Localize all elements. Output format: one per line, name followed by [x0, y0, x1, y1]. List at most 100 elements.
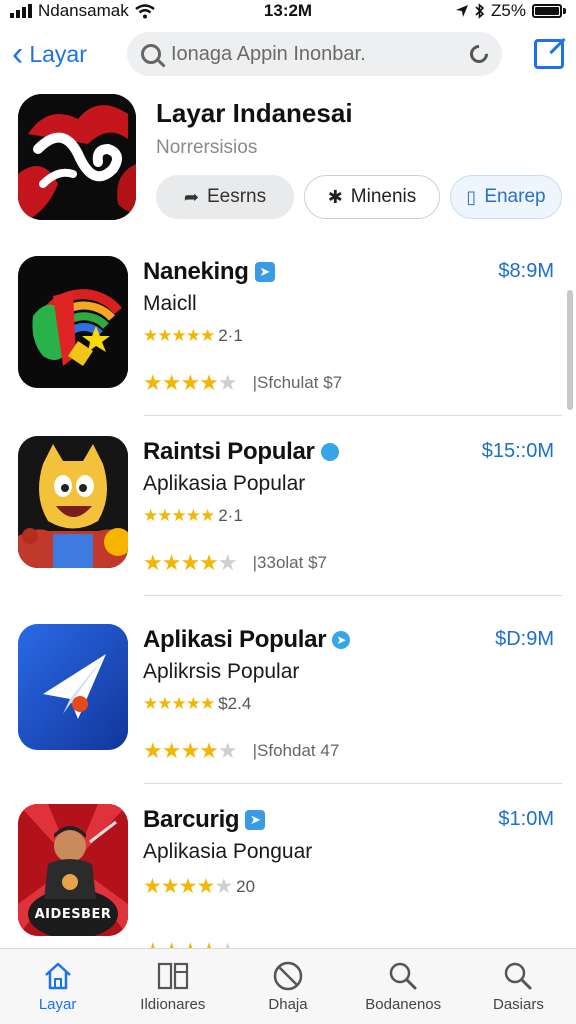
- share-button[interactable]: ➦ Eesrns: [156, 175, 294, 219]
- tab-label: Ildionares: [140, 996, 206, 1013]
- nav-bar: ‹ Layar Ionaga Appin Inonbar.: [0, 28, 576, 80]
- app-title: Barcurig ➤: [143, 806, 266, 834]
- star-rating-icon: ★★★★★: [143, 875, 233, 898]
- app-subtitle: Maicll: [143, 292, 197, 315]
- app-title-text: Raintsi Popular: [143, 438, 315, 465]
- plugins-button[interactable]: ✱ Minenis: [304, 175, 440, 219]
- paper-plane-icon[interactable]: [18, 624, 128, 750]
- trash-icon: ▯: [466, 187, 477, 207]
- tab-library[interactable]: Ildionares: [115, 949, 230, 1024]
- large-rating: ★★★★★ |Sfchulat $7: [143, 370, 342, 396]
- list-item[interactable]: Naneking ➤ Maicll $8:9M ★★★★★ 2·1 ★★★★★ …: [0, 240, 576, 416]
- battery-icon: [532, 4, 562, 18]
- small-rating: ★★★★★ 2·1: [143, 326, 243, 346]
- rating-count: |Sfohdat 47: [252, 741, 340, 760]
- carrier-label: Ndansamak: [38, 1, 129, 20]
- large-rating: ★★★★★ |Sfohdat 47: [143, 738, 339, 764]
- small-rating-text: 2·1: [218, 506, 243, 525]
- app-price[interactable]: $D:9M: [495, 628, 554, 651]
- divider: [144, 415, 562, 416]
- scrollbar[interactable]: [567, 290, 573, 410]
- list-item[interactable]: Aplikasi Popular ➤ Aplikrsis Popular $D:…: [0, 608, 576, 784]
- battery-tip: [563, 8, 566, 14]
- small-rating-text: 20: [236, 876, 256, 896]
- rating-count: |33olat $7: [252, 553, 327, 572]
- back-button[interactable]: ‹ Layar: [12, 37, 127, 71]
- rainbow-hand-icon[interactable]: [18, 256, 128, 388]
- share-label: Eesrns: [206, 186, 267, 207]
- compose-icon[interactable]: [534, 39, 564, 69]
- tab-layar[interactable]: Layar: [0, 949, 115, 1024]
- signal-icon: [10, 4, 32, 18]
- cartoon-character-icon[interactable]: [18, 436, 128, 568]
- star-rating-icon: ★★★★★: [143, 738, 238, 763]
- featured-app-info: Layar Indanesai Norrersisios ➦ Eesrns ✱ …: [156, 94, 562, 224]
- tab-label: Layar: [38, 996, 77, 1013]
- divider: [144, 783, 562, 784]
- star-rating-icon: ★★★★★: [143, 550, 238, 575]
- small-rating: ★★★★★ 20: [143, 874, 255, 899]
- small-rating: ★★★★★ 2·1: [143, 506, 243, 526]
- star-rating-icon: ★★★★★: [143, 506, 215, 525]
- search-placeholder: Ionaga Appin Inonbar.: [171, 42, 366, 65]
- app-title-text: Naneking: [143, 258, 249, 285]
- status-right: Z5%: [455, 1, 566, 21]
- featured-app: Layar Indanesai Norrersisios ➦ Eesrns ✱ …: [18, 94, 562, 224]
- verified-badge-icon: [320, 443, 339, 461]
- app-subtitle: Aplikrsis Popular: [143, 660, 300, 683]
- icon-caption: AIDESBER: [34, 907, 112, 922]
- search-icon: [502, 960, 534, 992]
- app-title: Aplikasi Popular ➤: [143, 626, 351, 654]
- list-item[interactable]: AIDESBER Barcurig ➤ Aplikasia Ponguar $1…: [0, 788, 576, 964]
- battery-percent: Z5%: [491, 1, 526, 20]
- app-title: Naneking ➤: [143, 258, 275, 286]
- large-rating: ★★★★★ |33olat $7: [143, 550, 327, 576]
- verified-badge-icon: ➤: [245, 810, 266, 830]
- home-icon: [42, 960, 74, 992]
- remove-label: Enarep: [484, 186, 546, 207]
- app-subtitle: Aplikasia Popular: [143, 472, 306, 495]
- share-icon: ➦: [183, 187, 199, 207]
- tab-label: Bodanenos: [365, 996, 442, 1013]
- app-price[interactable]: $15::0M: [482, 440, 554, 463]
- puzzle-icon: ✱: [327, 187, 343, 207]
- search-icon: [387, 960, 419, 992]
- small-rating: ★★★★★ $2.4: [143, 694, 251, 714]
- status-bar: Ndansamak 13:2M Z5%: [0, 0, 576, 22]
- remove-button[interactable]: ▯ Enarep: [450, 175, 562, 219]
- verified-badge-icon: ➤: [332, 631, 351, 649]
- app-subtitle: Aplikasia Ponguar: [143, 840, 313, 863]
- list-item[interactable]: Raintsi Popular Aplikasia Popular $15::0…: [0, 420, 576, 596]
- chevron-left-icon: ‹: [12, 35, 24, 73]
- tab-label: Dasiars: [492, 996, 544, 1013]
- app-price[interactable]: $1:0M: [498, 808, 554, 831]
- tab-label: Dhaja: [268, 996, 308, 1013]
- tab-search-2[interactable]: Dasiars: [461, 949, 576, 1024]
- star-rating-icon: ★★★★★: [143, 694, 215, 713]
- star-rating-icon: ★★★★★: [143, 326, 215, 345]
- star-rating-icon: ★★★★★: [143, 370, 238, 395]
- divider: [144, 595, 562, 596]
- refresh-icon[interactable]: [466, 41, 492, 67]
- tab-bar: Layar Ildionares Dhaja Bodanenos Dasiars: [0, 948, 576, 1024]
- bluetooth-icon: [475, 3, 485, 19]
- status-left: Ndansamak: [10, 1, 155, 21]
- verified-badge-icon: ➤: [254, 262, 275, 282]
- small-rating-text: 2·1: [218, 326, 243, 345]
- blocked-icon: [272, 960, 304, 992]
- featured-app-subtitle: Norrersisios: [156, 137, 258, 158]
- wifi-icon: [134, 3, 155, 18]
- app-price[interactable]: $8:9M: [498, 260, 554, 283]
- location-icon: [456, 5, 469, 17]
- featured-app-icon[interactable]: [18, 94, 136, 220]
- featured-app-title: Layar Indanesai: [156, 98, 353, 128]
- tab-search[interactable]: Bodanenos: [346, 949, 461, 1024]
- plugins-label: Minenis: [350, 186, 417, 207]
- search-input[interactable]: Ionaga Appin Inonbar.: [127, 32, 502, 76]
- tab-blocked[interactable]: Dhaja: [230, 949, 345, 1024]
- back-label: Layar: [29, 40, 87, 67]
- books-icon: [156, 960, 190, 992]
- featured-app-actions: ➦ Eesrns ✱ Minenis ▯ Enarep: [156, 175, 562, 219]
- search-icon: [141, 44, 161, 64]
- musician-poster-icon[interactable]: AIDESBER: [18, 804, 128, 936]
